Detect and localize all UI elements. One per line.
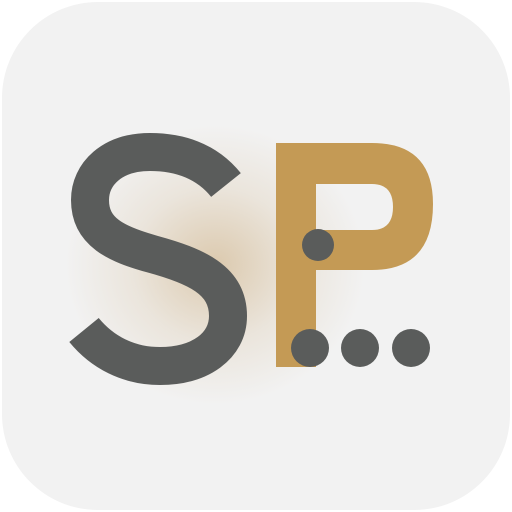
sp-logo bbox=[2, 2, 510, 510]
dot-3 bbox=[392, 329, 430, 367]
dot-on-p bbox=[302, 229, 334, 261]
dot-1 bbox=[291, 329, 329, 367]
dot-2 bbox=[341, 329, 379, 367]
app-icon bbox=[0, 0, 512, 512]
